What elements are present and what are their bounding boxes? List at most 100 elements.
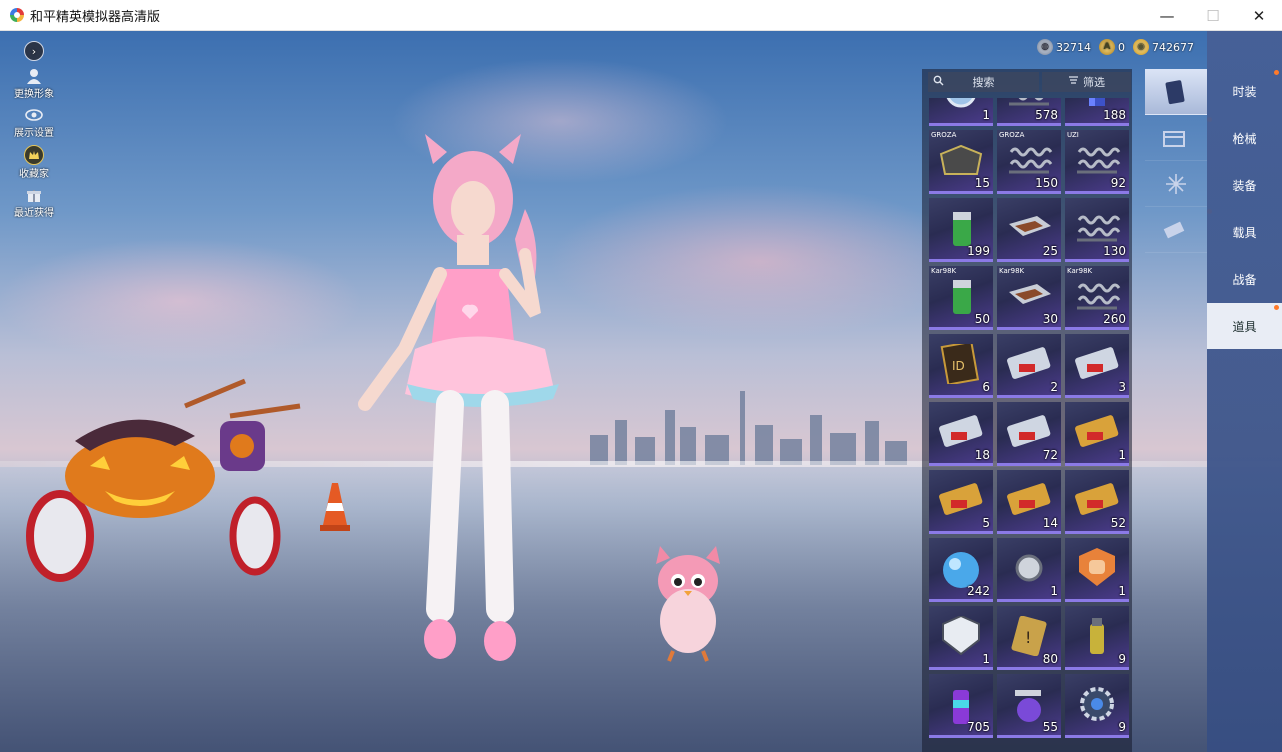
card-icon — [1165, 79, 1185, 104]
item-quantity: 15 — [974, 176, 990, 190]
inventory-item[interactable]: Kar98K 260 — [1065, 266, 1129, 330]
inventory-item[interactable]: 188 — [1065, 98, 1129, 126]
silver-currency[interactable]: ◍ 32714 — [1037, 39, 1091, 55]
left-menu-label: 展示设置 — [14, 128, 54, 139]
inventory-item[interactable]: UZI 92 — [1065, 130, 1129, 194]
inventory-item[interactable]: 578 — [997, 98, 1061, 126]
inventory-item[interactable]: ID 6 — [929, 334, 993, 398]
item-quantity: 1 — [1118, 448, 1126, 462]
ag-currency[interactable]: A 0 — [1099, 39, 1125, 55]
gift-icon — [25, 186, 43, 204]
inventory-item[interactable]: Kar98K 30 — [997, 266, 1061, 330]
item-quantity: 30 — [1042, 312, 1058, 326]
item-quantity: 578 — [1035, 108, 1058, 122]
inventory-item[interactable]: 242 — [929, 538, 993, 602]
inventory-item[interactable]: 1 — [929, 606, 993, 670]
spring-icon — [1077, 147, 1121, 174]
category-label: 枪械 — [1232, 131, 1257, 146]
inventory-item[interactable]: 3 — [1065, 334, 1129, 398]
category-label: 战备 — [1232, 272, 1257, 287]
item-quantity: 1 — [982, 108, 990, 122]
side-tabs — [1145, 69, 1212, 752]
inventory-item[interactable]: 52 — [1065, 470, 1129, 534]
can-icon — [953, 280, 971, 314]
category-tab[interactable]: 战备 — [1207, 256, 1282, 302]
spring-icon — [1077, 283, 1121, 310]
item-quantity: 150 — [1035, 176, 1058, 190]
inventory-item[interactable]: 9 — [1065, 674, 1129, 738]
category-tab[interactable]: 枪械 — [1207, 115, 1282, 161]
left-menu-recent[interactable]: 最近获得 — [6, 186, 62, 219]
inventory-item[interactable]: 1 — [1065, 538, 1129, 602]
inventory-item[interactable]: 72 — [997, 402, 1061, 466]
category-tab[interactable]: 载具 — [1207, 209, 1282, 255]
item-weapon-tag: Kar98K — [1067, 267, 1093, 275]
title-bar: 和平精英模拟器高清版 — ☐ ✕ — [0, 0, 1282, 31]
left-menu-label: 更换形象 — [14, 89, 54, 100]
inventory-item[interactable]: 199 — [929, 198, 993, 262]
item-quantity: 242 — [967, 584, 990, 598]
category-label: 时装 — [1232, 84, 1257, 99]
category-tab[interactable]: 时装 — [1207, 68, 1282, 114]
inventory-item[interactable]: 705 — [929, 674, 993, 738]
side-tab-calendar[interactable] — [1145, 115, 1212, 161]
ticket-gold-icon — [1007, 483, 1051, 515]
left-menu: › 更换形象 展示设置 收藏家 最近获得 — [6, 41, 62, 225]
item-weapon-tag: Kar98K — [931, 267, 957, 275]
search-label: 搜索 — [972, 76, 995, 89]
item-quantity: 1 — [1118, 584, 1126, 598]
tray-icon — [1009, 216, 1051, 236]
inventory-item[interactable]: 1 — [929, 98, 993, 126]
left-menu-collector[interactable]: 收藏家 — [6, 145, 62, 180]
svg-text:!: ! — [1025, 628, 1031, 647]
app-logo-icon — [10, 8, 24, 22]
category-tab[interactable]: 道具 — [1207, 303, 1282, 349]
inventory-item[interactable]: 9 — [1065, 606, 1129, 670]
filter-icon — [1068, 75, 1079, 89]
search-button[interactable]: 搜索 — [928, 72, 1039, 92]
ticket-red-icon — [1007, 347, 1051, 379]
box-icon — [939, 144, 983, 175]
inventory-item[interactable]: 14 — [997, 470, 1061, 534]
ticket-red-icon — [1007, 415, 1051, 447]
inventory-item[interactable]: 2 — [997, 334, 1061, 398]
ticket-gold-icon — [1075, 415, 1119, 447]
game-viewport: › 更换形象 展示设置 收藏家 最近获得 ◍ 32714 A 0 ◉ 74267… — [0, 31, 1282, 752]
inventory-item[interactable]: 130 — [1065, 198, 1129, 262]
spraygun-icon — [1015, 690, 1041, 722]
spraycan-icon — [953, 690, 969, 724]
left-menu-expand[interactable]: › — [6, 41, 62, 61]
side-tab-spark[interactable] — [1145, 161, 1207, 207]
side-tab-ticket[interactable] — [1145, 207, 1212, 253]
inventory-item[interactable]: 55 — [997, 674, 1061, 738]
item-quantity: 80 — [1042, 652, 1058, 666]
category-label: 道具 — [1232, 319, 1257, 334]
gold-currency[interactable]: ◉ 742677 — [1133, 39, 1194, 55]
category-bar: ✕ 时装枪械装备载具战备道具 — [1207, 31, 1282, 752]
item-quantity: 199 — [967, 244, 990, 258]
left-menu-change-avatar[interactable]: 更换形象 — [6, 67, 62, 100]
inventory-item[interactable]: GROZA 15 — [929, 130, 993, 194]
inventory-toolbar: 搜索 筛选 — [928, 72, 1131, 92]
eye-icon — [25, 106, 43, 124]
maximize-button[interactable]: ☐ — [1190, 0, 1236, 31]
inventory-item[interactable]: Kar98K 50 — [929, 266, 993, 330]
inventory-item[interactable]: 5 — [929, 470, 993, 534]
close-window-button[interactable]: ✕ — [1236, 0, 1282, 31]
card-gold-icon: ! — [1011, 616, 1047, 656]
inventory-item[interactable]: 1 — [1065, 402, 1129, 466]
arrow-right-icon: › — [24, 41, 44, 61]
side-tab-card[interactable] — [1145, 69, 1207, 115]
inventory-item[interactable]: ! 80 — [997, 606, 1061, 670]
inventory-item[interactable]: 18 — [929, 402, 993, 466]
category-tab[interactable]: 装备 — [1207, 162, 1282, 208]
minimize-button[interactable]: — — [1144, 0, 1190, 31]
inventory-item[interactable]: 25 — [997, 198, 1061, 262]
item-quantity: 55 — [1042, 720, 1058, 734]
item-quantity: 2 — [1050, 380, 1058, 394]
left-menu-display-settings[interactable]: 展示设置 — [6, 106, 62, 139]
filter-button[interactable]: 筛选 — [1042, 72, 1131, 92]
inventory-item[interactable]: 1 — [997, 538, 1061, 602]
item-quantity: 9 — [1118, 652, 1126, 666]
inventory-item[interactable]: GROZA 150 — [997, 130, 1061, 194]
